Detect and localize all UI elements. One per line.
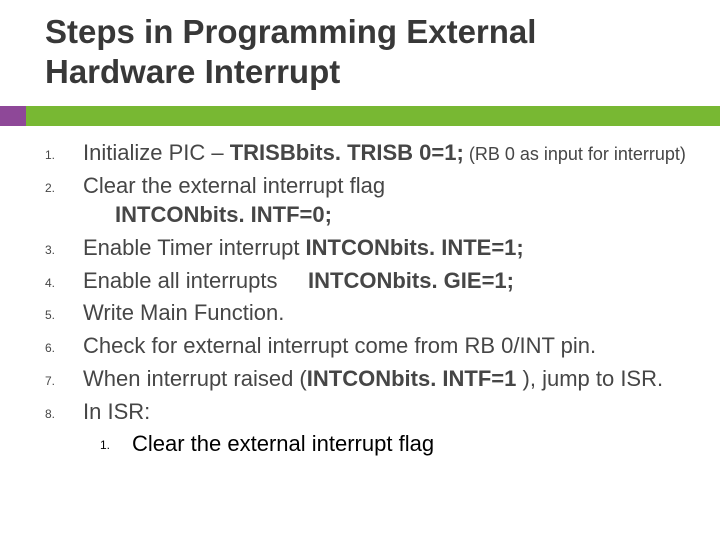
list-item: 4. Enable all interrupts INTCONbits. GIE… [45, 266, 700, 296]
item-marker: 3. [45, 233, 83, 263]
bold-text: INTCONbits. INTF=1 [307, 366, 523, 391]
text: Check for external interrupt come from R… [83, 333, 596, 358]
item-content: Enable Timer interrupt INTCONbits. INTE=… [83, 233, 524, 263]
item-content: Check for external interrupt come from R… [83, 331, 596, 361]
text: Enable all interrupts [83, 268, 308, 293]
list-item: 1. Initialize PIC – TRISBbits. TRISB 0=1… [45, 138, 700, 168]
list-item: 7. When interrupt raised (INTCONbits. IN… [45, 364, 700, 394]
text: Clear the external interrupt flag [83, 171, 385, 201]
list-item: 2. Clear the external interrupt flag INT… [45, 171, 700, 230]
accent-bar [0, 106, 720, 126]
list-item: 5. Write Main Function. [45, 298, 700, 328]
text: Enable Timer interrupt [83, 235, 306, 260]
steps-list: 1. Initialize PIC – TRISBbits. TRISB 0=1… [45, 138, 700, 459]
list-item: 6. Check for external interrupt come fro… [45, 331, 700, 361]
bold-text: TRISBbits. TRISB 0=1; [230, 140, 464, 165]
text: In ISR: [83, 399, 150, 424]
item-marker: 6. [45, 331, 83, 361]
bold-text: INTCONbits. GIE=1; [308, 268, 514, 293]
bold-text: INTCONbits. INTF=0; [83, 200, 385, 230]
text: When interrupt raised ( [83, 366, 307, 391]
text: Write Main Function. [83, 300, 284, 325]
sub-marker: 1. [100, 429, 132, 459]
item-content: Write Main Function. [83, 298, 284, 328]
item-content: In ISR: [83, 397, 150, 427]
bold-text: INTCONbits. INTE=1; [306, 235, 524, 260]
item-marker: 5. [45, 298, 83, 328]
list-item: 8. In ISR: [45, 397, 700, 427]
item-content: Clear the external interrupt flag INTCON… [83, 171, 385, 230]
text: ), jump to ISR. [523, 366, 664, 391]
text: Initialize PIC – [83, 140, 230, 165]
sub-list-item: 1. Clear the external interrupt flag [100, 429, 700, 459]
sub-content: Clear the external interrupt flag [132, 429, 434, 459]
item-marker: 8. [45, 397, 83, 427]
slide-title: Steps in Programming External Hardware I… [45, 12, 675, 91]
item-marker: 7. [45, 364, 83, 394]
list-item: 3. Enable Timer interrupt INTCONbits. IN… [45, 233, 700, 263]
item-marker: 4. [45, 266, 83, 296]
item-content: Initialize PIC – TRISBbits. TRISB 0=1; (… [83, 138, 686, 168]
item-content: Enable all interrupts INTCONbits. GIE=1; [83, 266, 514, 296]
accent-square [0, 106, 26, 126]
item-marker: 1. [45, 138, 83, 168]
item-marker: 2. [45, 171, 83, 230]
item-content: When interrupt raised (INTCONbits. INTF=… [83, 364, 663, 394]
small-text: (RB 0 as input for interrupt) [464, 144, 686, 164]
slide: Steps in Programming External Hardware I… [0, 0, 720, 540]
